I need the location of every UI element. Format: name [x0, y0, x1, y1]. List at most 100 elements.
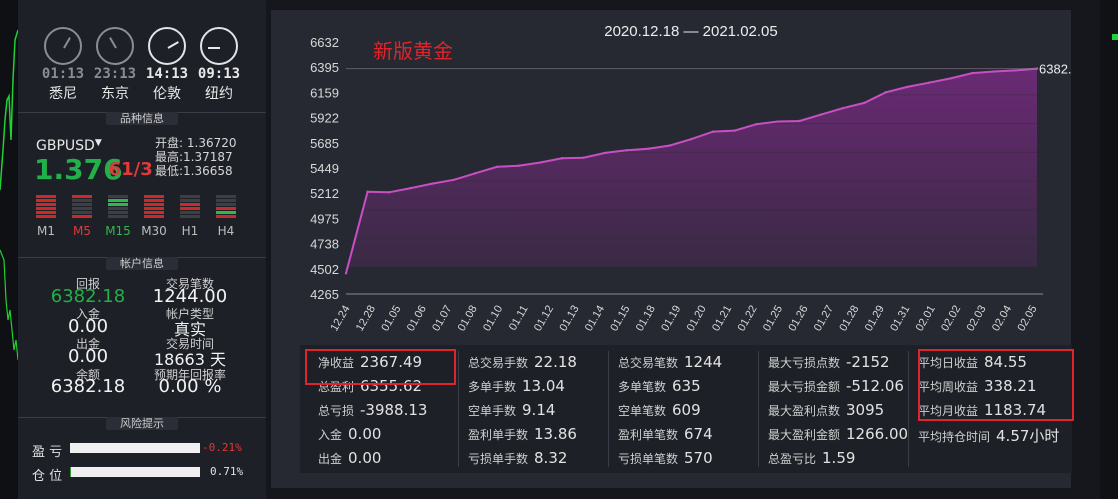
timeframe-label-m1[interactable]: M1: [33, 224, 59, 238]
data-point: [711, 130, 715, 133]
clock-face-icon: [148, 27, 186, 65]
stat-label: 最大亏损金额: [768, 380, 841, 394]
timeframe-label-h4[interactable]: H4: [213, 224, 239, 238]
stat-row: 空单笔数 609: [618, 401, 701, 419]
x-tick-label: 02.05: [1015, 304, 1039, 334]
high-label: 最高:: [155, 150, 184, 164]
right-edge-strip: [1100, 0, 1118, 499]
stat-label: 空单手数: [468, 404, 517, 418]
deposit-value: 0.00: [67, 316, 109, 337]
x-tick-label: 02.02: [939, 304, 963, 334]
withdraw-value: 0.00: [67, 346, 109, 367]
y-tick-label: 4975: [310, 211, 339, 226]
data-point: [906, 85, 909, 89]
stat-row: 盈利单笔数 674: [618, 425, 713, 443]
stat-value: -512.06: [846, 377, 904, 395]
timeframe-label-m5[interactable]: M5: [69, 224, 95, 238]
stat-row: 盈利单手数 13.86: [468, 425, 577, 443]
stat-label: 盈利单笔数: [618, 428, 679, 442]
stat-row: 多单手数 13.04: [468, 377, 565, 395]
stat-label: 总盈亏比: [768, 452, 817, 466]
open-row: 开盘: 1.36720: [155, 136, 237, 150]
current-price: 1.37661/3: [34, 153, 167, 186]
x-tick-label: 01.22: [736, 303, 760, 333]
x-tick-label: 01.27: [812, 304, 836, 334]
timeframe-strength-icon[interactable]: [180, 195, 200, 223]
stat-row: 空单手数 9.14: [468, 401, 555, 419]
stat-label: 盈利单手数: [468, 428, 529, 442]
data-point: [603, 151, 607, 155]
stat-label: 总交易手数: [468, 356, 529, 370]
stat-value: 0.00: [348, 425, 382, 443]
stat-label: 最大盈利金额: [768, 428, 841, 442]
data-point: [366, 190, 369, 193]
y-tick-label: 5685: [310, 136, 339, 151]
data-point: [949, 77, 952, 80]
x-tick-label: 01.19: [659, 304, 683, 334]
stat-value: 570: [684, 449, 713, 467]
data-point: [517, 164, 520, 167]
data-point: [474, 171, 477, 175]
clock-city: 伦敦: [153, 86, 181, 102]
data-point: [690, 137, 693, 141]
data-point: [495, 165, 499, 168]
stat-value: 635: [672, 377, 701, 395]
stat-label: 最大盈利点数: [768, 404, 841, 418]
account-section-header: 帐户信息: [18, 257, 266, 271]
timeframe-strength-icon[interactable]: [108, 195, 128, 223]
x-tick-label: 02.04: [990, 304, 1014, 334]
y-tick-label: 5212: [310, 186, 339, 201]
data-point: [647, 147, 650, 150]
data-point: [971, 71, 974, 75]
x-tick-label: 01.06: [405, 304, 429, 334]
column-divider: [758, 351, 759, 467]
y-tick-label: 6395: [310, 60, 339, 75]
y-tick-label: 5922: [310, 111, 339, 126]
y-tick-label: 5449: [310, 161, 339, 176]
data-point: [819, 113, 823, 116]
clock-hand: [208, 47, 220, 49]
x-tick-label: 01.14: [583, 304, 607, 334]
y-tick-label: 4502: [310, 262, 339, 277]
data-point: [884, 91, 888, 94]
stat-value: 13.86: [534, 425, 577, 443]
y-tick-label: 6632: [310, 35, 339, 50]
clock-city: 纽约: [205, 86, 233, 102]
stat-row: 总交易手数 22.18: [468, 353, 577, 371]
stat-label: 出金: [318, 452, 343, 466]
timeframe-label-m30[interactable]: M30: [141, 224, 167, 238]
stat-row: 多单笔数 635: [618, 377, 701, 395]
stat-label: 入金: [318, 428, 343, 442]
y-tick-label: 4738: [310, 237, 339, 252]
x-tick-label: 01.26: [786, 304, 810, 334]
data-point: [1014, 69, 1017, 72]
stat-value: 674: [684, 425, 713, 443]
timeframe-strength-icon[interactable]: [144, 195, 164, 223]
column-divider: [608, 351, 609, 467]
profit-value: -0.21%: [202, 441, 242, 454]
stat-label: 亏损单手数: [468, 452, 529, 466]
stat-value: 1.59: [822, 449, 856, 467]
timeframe-strength-icon[interactable]: [72, 195, 92, 223]
net-profit-highlight: [305, 349, 456, 385]
status-dot: [1112, 34, 1118, 40]
chevron-down-icon: ▼: [94, 138, 102, 148]
timeframe-label-m15[interactable]: M15: [105, 224, 131, 238]
stat-label: 多单手数: [468, 380, 517, 394]
column-divider: [458, 351, 459, 467]
stat-value: 3095: [846, 401, 885, 419]
open-value: 1.36720: [186, 136, 237, 150]
symbol-selector[interactable]: GBPUSD▼: [36, 138, 102, 154]
column-divider: [908, 351, 909, 467]
symbol-section-title: 品种信息: [106, 112, 178, 125]
timeframe-strength-icon[interactable]: [36, 195, 56, 223]
data-point: [344, 272, 348, 275]
stat-label: 亏损单笔数: [618, 452, 679, 466]
x-tick-label: 01.31: [888, 304, 912, 334]
timeframe-strength-icon[interactable]: [216, 195, 236, 223]
timeframe-label-h1[interactable]: H1: [177, 224, 203, 238]
data-point: [452, 178, 456, 181]
clock-face-icon: [200, 27, 238, 65]
x-tick-label: 01.28: [837, 304, 861, 334]
stat-label: 空单笔数: [618, 404, 667, 418]
